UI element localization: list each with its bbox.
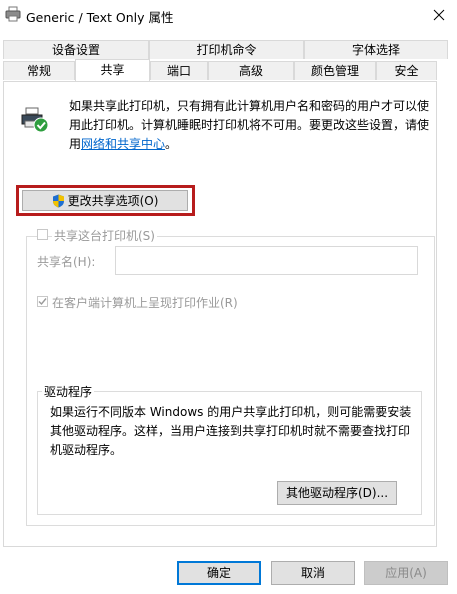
share-printer-checkbox[interactable] — [37, 229, 48, 240]
tab-security[interactable]: 安全 — [376, 61, 437, 80]
tab-advanced[interactable]: 高级 — [208, 61, 294, 80]
tab-device-settings[interactable]: 设备设置 — [3, 40, 149, 59]
drivers-description: 如果运行不同版本 Windows 的用户共享此打印机，则可能需要安装其他驱动程序… — [50, 405, 412, 457]
additional-drivers-button[interactable]: 其他驱动程序(D)... — [277, 481, 397, 505]
render-jobs-checkbox[interactable] — [37, 296, 48, 307]
tab-font-selection[interactable]: 字体选择 — [304, 40, 448, 59]
tab-ports[interactable]: 端口 — [150, 61, 208, 80]
close-icon — [433, 9, 445, 21]
ok-button[interactable]: 确定 — [177, 561, 261, 585]
printer-icon — [5, 6, 21, 22]
tab-general[interactable]: 常规 — [3, 61, 75, 80]
change-sharing-options-label: 更改共享选项(O) — [67, 194, 159, 208]
sharing-description-suffix: 。 — [165, 137, 178, 151]
network-sharing-center-link[interactable]: 网络和共享中心 — [81, 137, 165, 151]
apply-button[interactable]: 应用(A) — [364, 561, 448, 585]
share-printer-label: 共享这台打印机(S) — [52, 227, 157, 244]
tab-printer-commands[interactable]: 打印机命令 — [149, 40, 304, 59]
sharing-description: 如果共享此打印机，只有拥有此计算机用户名和密码的用户才可以使用此打印机。计算机睡… — [69, 97, 439, 154]
share-name-label: 共享名(H): — [37, 255, 96, 269]
uac-shield-icon — [52, 194, 64, 207]
render-jobs-label: 在客户端计算机上呈现打印作业(R) — [52, 296, 238, 310]
cancel-button[interactable]: 取消 — [271, 561, 355, 585]
change-sharing-options-button[interactable]: 更改共享选项(O) — [22, 190, 188, 211]
title-bar: Generic / Text Only 属性 — [0, 0, 457, 30]
tab-sharing[interactable]: 共享 — [75, 59, 150, 81]
window-title: Generic / Text Only 属性 — [26, 10, 174, 25]
share-name-input[interactable] — [115, 246, 418, 275]
close-button[interactable] — [421, 0, 457, 30]
tab-color-management[interactable]: 颜色管理 — [294, 61, 376, 80]
printer-shared-check-icon — [20, 107, 50, 133]
checkmark-icon — [38, 298, 47, 306]
drivers-group-label: 驱动程序 — [42, 383, 95, 400]
